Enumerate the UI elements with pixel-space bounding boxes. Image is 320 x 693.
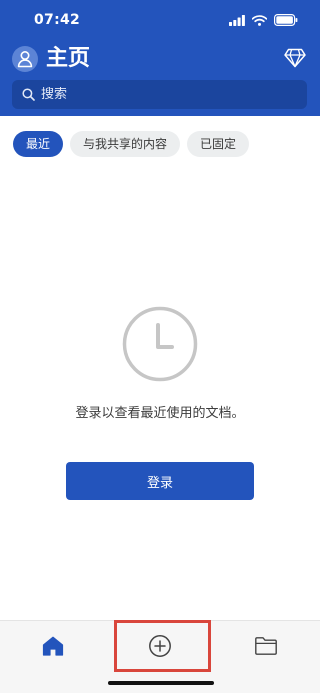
status-time: 07:42 <box>34 12 81 28</box>
search-bar[interactable] <box>12 80 307 109</box>
search-icon <box>22 88 35 101</box>
search-input[interactable] <box>41 87 281 102</box>
highlight-annotation <box>114 620 211 672</box>
premium-button[interactable] <box>284 48 306 68</box>
account-icon <box>17 50 33 68</box>
tab-recent[interactable]: 最近 <box>13 131 64 157</box>
signal-icon <box>229 14 245 26</box>
home-indicator <box>108 681 214 685</box>
nav-files-button[interactable] <box>253 633 279 659</box>
wifi-icon <box>252 14 267 26</box>
empty-state-message: 登录以查看最近使用的文档。 <box>75 406 245 421</box>
status-bar: 07:42 <box>0 0 320 40</box>
clock-icon <box>122 306 198 382</box>
filter-tabs: 最近 与我共享的内容 已固定 <box>13 131 250 157</box>
page-title: 主页 <box>46 46 91 71</box>
app-header: 07:42 主页 <box>0 0 320 116</box>
battery-icon <box>274 14 298 26</box>
tab-shared-with-me[interactable]: 与我共享的内容 <box>70 131 181 157</box>
diamond-icon <box>284 48 306 68</box>
login-button[interactable]: 登录 <box>66 462 254 500</box>
avatar-button[interactable] <box>12 46 38 72</box>
nav-home-button[interactable] <box>40 633 66 659</box>
tab-pinned[interactable]: 已固定 <box>187 131 250 157</box>
folder-icon <box>255 637 277 655</box>
status-icons <box>229 14 298 26</box>
home-icon <box>42 636 64 656</box>
